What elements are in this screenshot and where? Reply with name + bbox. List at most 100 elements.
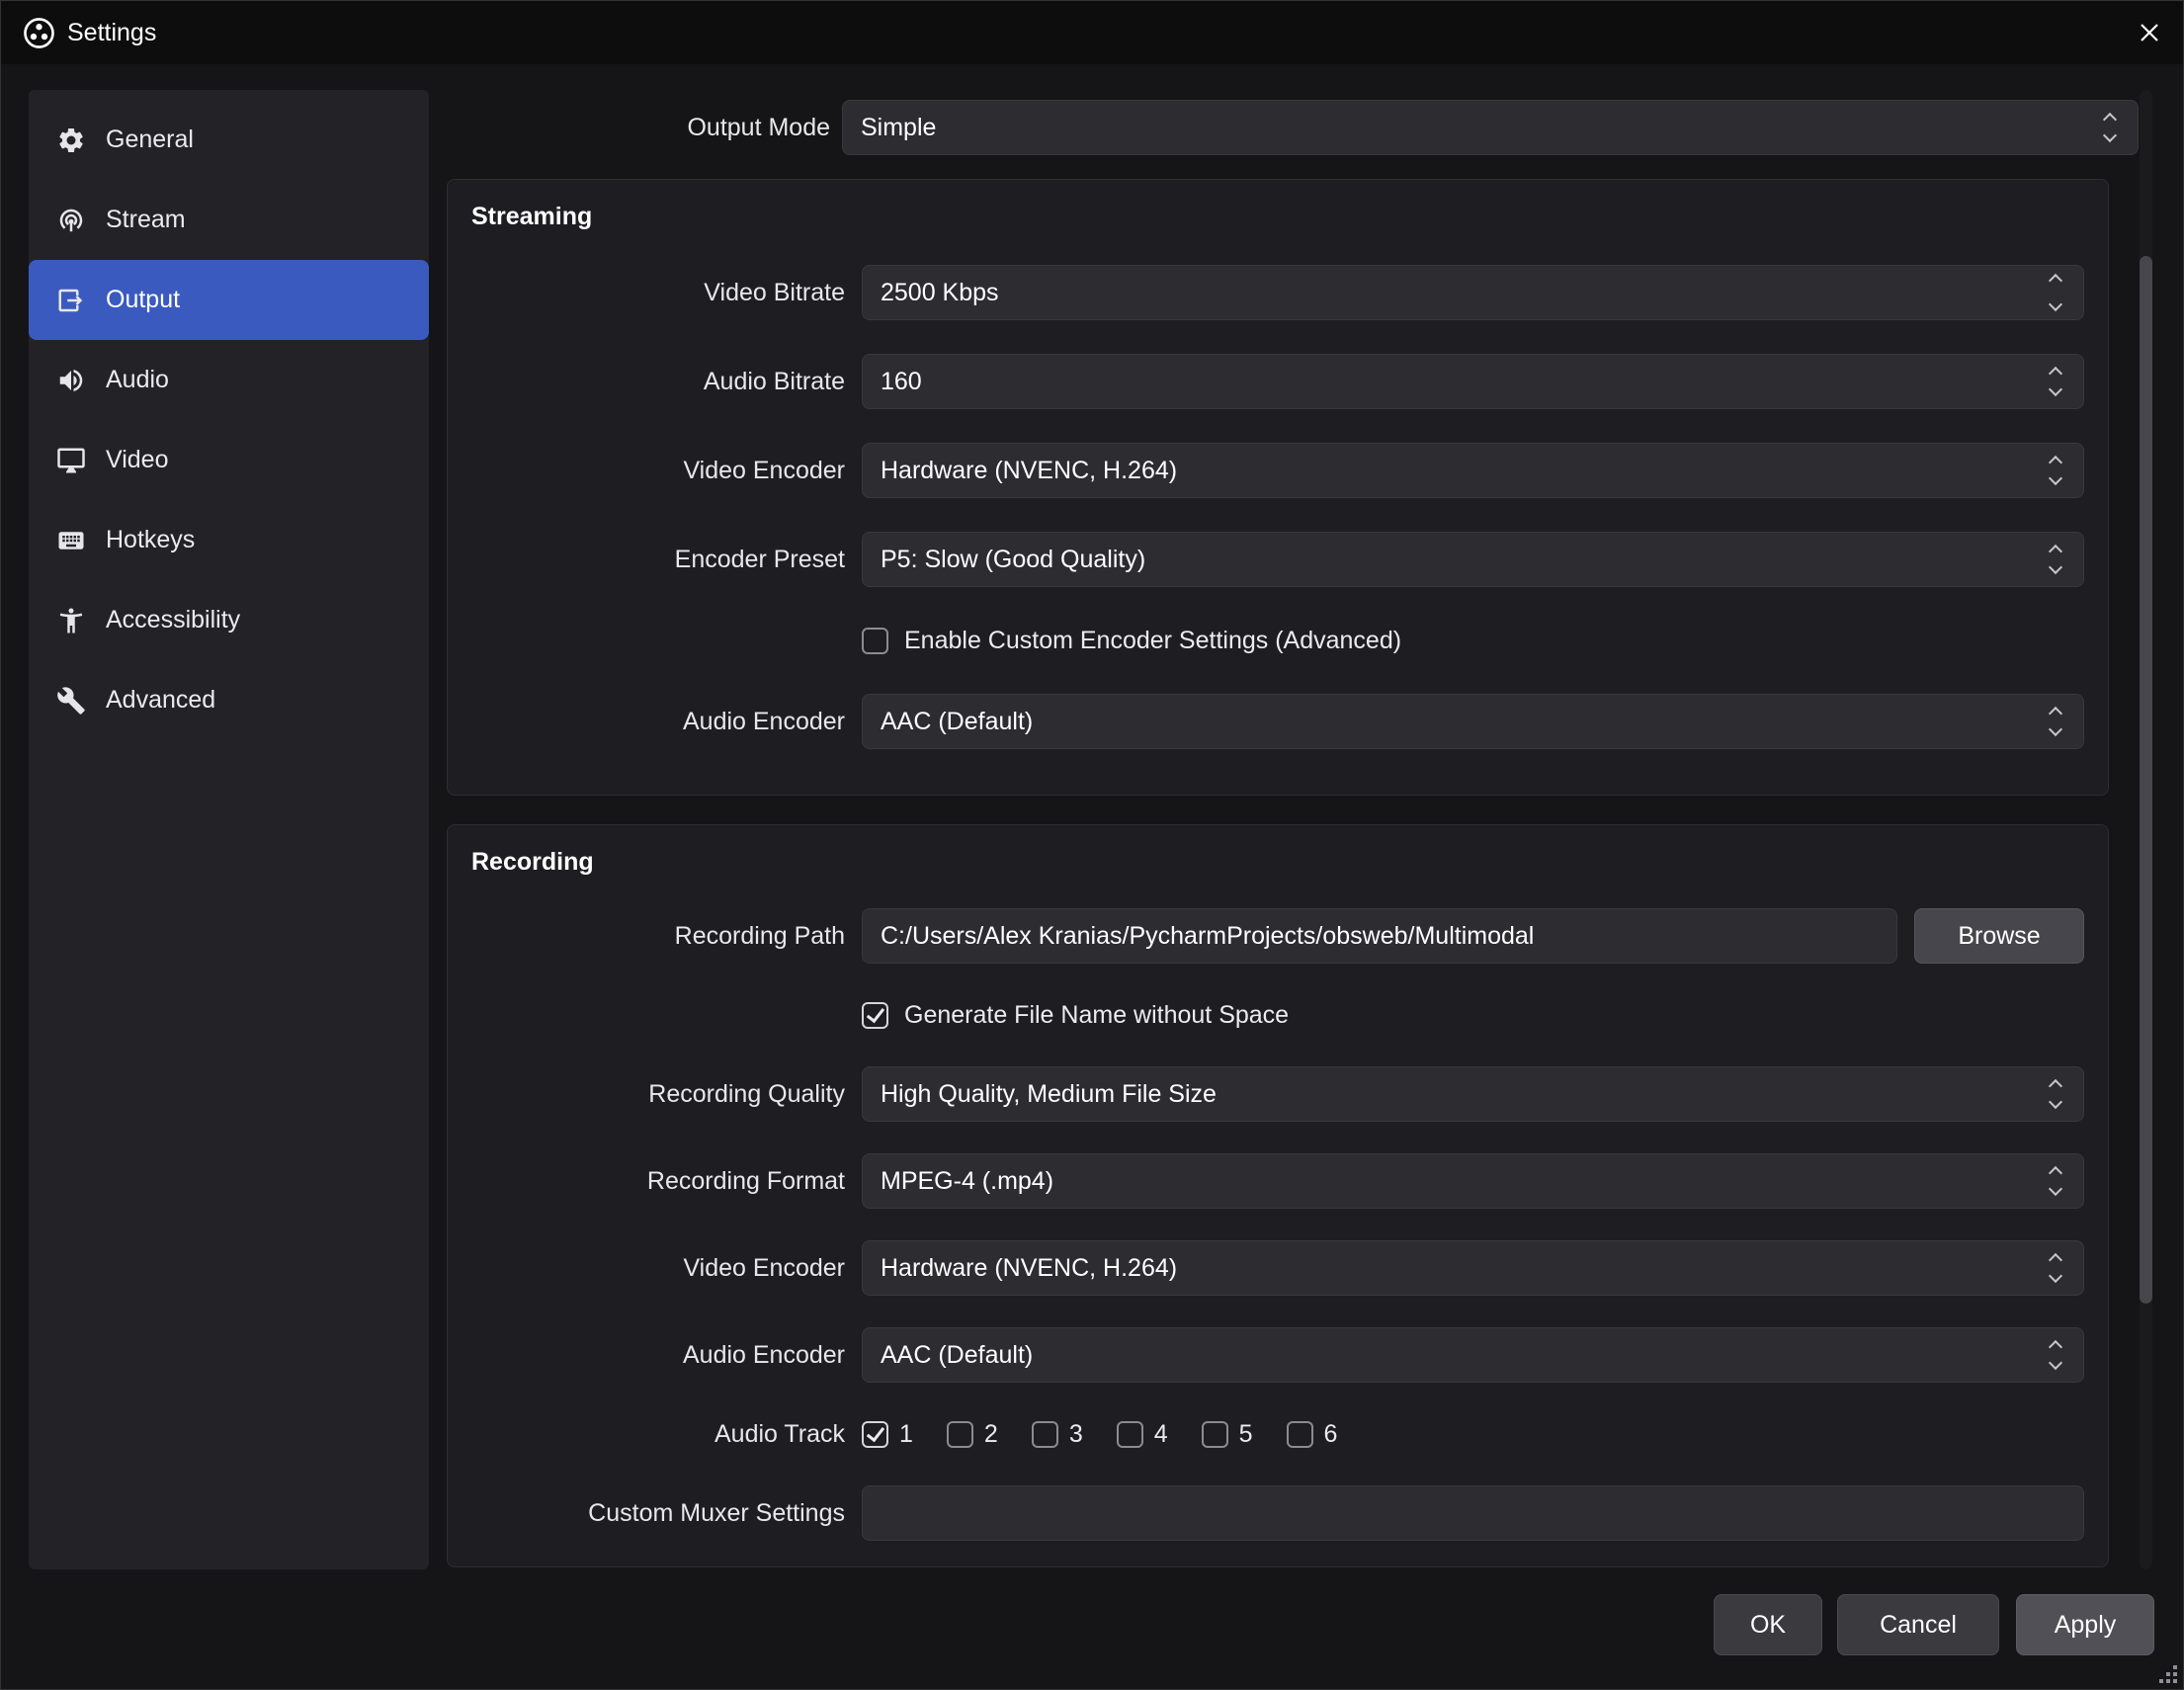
audio-encoder-select[interactable]: AAC (Default) [862,694,2084,749]
browse-button[interactable]: Browse [1914,908,2084,964]
sidebar-item-audio[interactable]: Audio [29,340,429,420]
keyboard-icon [56,526,86,555]
output-mode-spinner[interactable] [2088,101,2132,154]
sidebar-item-label: Stream [106,206,186,234]
video-bitrate-row: Video Bitrate 2500 Kbps [471,265,2084,320]
audio-encoder-spinner[interactable] [2034,695,2077,748]
streaming-section: Streaming Video Bitrate 2500 Kbps Audio … [447,179,2109,796]
settings-sidebar: General Stream Output Audio Video Hotkey… [29,90,429,1569]
down-arrow-icon[interactable] [2103,128,2117,142]
sidebar-item-output[interactable]: Output [29,260,429,340]
titlebar[interactable]: Settings [1,1,2184,64]
recording-video-encoder-select[interactable]: Hardware (NVENC, H.264) [862,1240,2084,1296]
tools-icon [56,686,86,716]
sidebar-item-accessibility[interactable]: Accessibility [29,580,429,660]
down-arrow-icon[interactable] [2049,382,2062,396]
encoder-preset-spinner[interactable] [2034,533,2077,586]
filename-no-space-row: Generate File Name without Space [471,995,2084,1035]
speaker-icon [56,366,86,395]
recording-format-select[interactable]: MPEG-4 (.mp4) [862,1153,2084,1209]
obs-logo-icon [23,17,55,49]
down-arrow-icon[interactable] [2049,471,2062,485]
recording-quality-spinner[interactable] [2034,1067,2077,1121]
audio-track-3-checkbox[interactable] [1032,1421,1058,1448]
up-arrow-icon[interactable] [2049,367,2062,380]
recording-audio-encoder-spinner[interactable] [2034,1328,2077,1382]
resize-grip[interactable] [2173,1679,2177,1683]
down-arrow-icon[interactable] [2049,722,2062,736]
window-title: Settings [67,19,156,47]
audio-track-4-checkbox[interactable] [1117,1421,1143,1448]
sidebar-item-label: Output [106,286,180,314]
filename-no-space-checkbox[interactable] [862,1002,888,1029]
custom-encoder-checkbox[interactable] [862,628,888,654]
video-bitrate-spinner[interactable] [2034,266,2077,319]
recording-title: Recording [471,847,2084,877]
video-encoder-spinner[interactable] [2034,444,2077,497]
audio-track-1-checkbox[interactable] [862,1421,888,1448]
recording-path-input[interactable]: C:/Users/Alex Kranias/PycharmProjects/ob… [862,908,1897,964]
recording-section: Recording Recording Path C:/Users/Alex K… [447,824,2109,1567]
up-arrow-icon[interactable] [2049,1079,2062,1093]
sidebar-item-video[interactable]: Video [29,420,429,500]
down-arrow-icon[interactable] [2049,1182,2062,1196]
up-arrow-icon[interactable] [2049,1340,2062,1354]
sidebar-item-stream[interactable]: Stream [29,180,429,260]
sidebar-item-general[interactable]: General [29,100,429,180]
recording-quality-select[interactable]: High Quality, Medium File Size [862,1066,2084,1122]
video-bitrate-spinbox[interactable]: 2500 Kbps [862,265,2084,320]
recording-video-encoder-spinner[interactable] [2034,1241,2077,1295]
recording-audio-encoder-select[interactable]: AAC (Default) [862,1327,2084,1383]
apply-button[interactable]: Apply [2016,1594,2154,1655]
encoder-preset-row: Encoder Preset P5: Slow (Good Quality) [471,532,2084,587]
up-arrow-icon[interactable] [2103,113,2117,127]
video-encoder-row: Video Encoder Hardware (NVENC, H.264) [471,443,2084,498]
sidebar-item-label: Video [106,446,169,474]
audio-encoder-row: Audio Encoder AAC (Default) [471,694,2084,749]
output-mode-select[interactable]: Simple [842,100,2139,155]
up-arrow-icon[interactable] [2049,1253,2062,1267]
audio-track-6-checkbox[interactable] [1287,1421,1313,1448]
audio-track-row: Audio Track 1 2 3 [471,1414,2084,1454]
audio-bitrate-spinbox[interactable]: 160 [862,354,2084,409]
down-arrow-icon[interactable] [2049,297,2062,311]
down-arrow-icon[interactable] [2049,1356,2062,1370]
custom-encoder-checkbox-label[interactable]: Enable Custom Encoder Settings (Advanced… [904,627,1401,655]
accessibility-icon [56,606,86,635]
sidebar-item-advanced[interactable]: Advanced [29,660,429,740]
up-arrow-icon[interactable] [2049,707,2062,720]
up-arrow-icon[interactable] [2049,545,2062,558]
filename-no-space-checkbox-label[interactable]: Generate File Name without Space [904,1001,1289,1030]
sidebar-item-label: Accessibility [106,606,240,634]
sidebar-item-label: Hotkeys [106,526,195,554]
audio-bitrate-spinner[interactable] [2034,355,2077,408]
down-arrow-icon[interactable] [2049,560,2062,574]
down-arrow-icon[interactable] [2049,1095,2062,1109]
video-encoder-select[interactable]: Hardware (NVENC, H.264) [862,443,2084,498]
ok-button[interactable]: OK [1714,1594,1822,1655]
up-arrow-icon[interactable] [2049,1166,2062,1180]
down-arrow-icon[interactable] [2049,1269,2062,1283]
custom-muxer-row: Custom Muxer Settings [471,1485,2084,1541]
gear-icon [56,126,86,155]
settings-window: Settings General Stream Output Audio Vid… [0,0,2184,1690]
close-button[interactable] [2114,1,2184,64]
audio-bitrate-row: Audio Bitrate 160 [471,354,2084,409]
close-icon [2138,21,2161,44]
scrollbar-track[interactable] [2140,90,2152,1569]
sidebar-item-hotkeys[interactable]: Hotkeys [29,500,429,580]
cancel-button[interactable]: Cancel [1837,1594,1999,1655]
recording-format-spinner[interactable] [2034,1154,2077,1208]
output-icon [56,286,86,315]
up-arrow-icon[interactable] [2049,456,2062,469]
audio-track-2-checkbox[interactable] [947,1421,973,1448]
encoder-preset-select[interactable]: P5: Slow (Good Quality) [862,532,2084,587]
scrollbar-thumb[interactable] [2140,256,2152,1304]
custom-muxer-input[interactable] [862,1485,2084,1541]
up-arrow-icon[interactable] [2049,274,2062,288]
sidebar-item-label: General [106,126,194,154]
audio-track-5-checkbox[interactable] [1202,1421,1228,1448]
custom-encoder-row: Enable Custom Encoder Settings (Advanced… [471,621,2084,660]
streaming-title: Streaming [471,202,2084,231]
sidebar-item-label: Audio [106,366,169,394]
